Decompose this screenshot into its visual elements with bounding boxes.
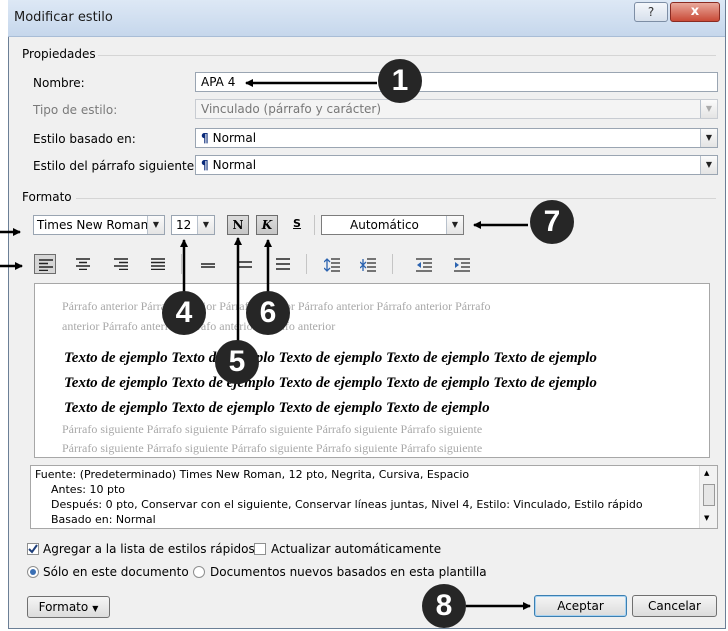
callout-4: 4 — [162, 291, 206, 335]
callout-1: 1 — [378, 59, 422, 103]
callout-arrows — [0, 79, 531, 610]
callout-7: 7 — [530, 200, 574, 244]
callout-5: 5 — [215, 340, 259, 384]
callout-6: 6 — [246, 291, 290, 335]
callout-8: 8 — [422, 584, 466, 628]
